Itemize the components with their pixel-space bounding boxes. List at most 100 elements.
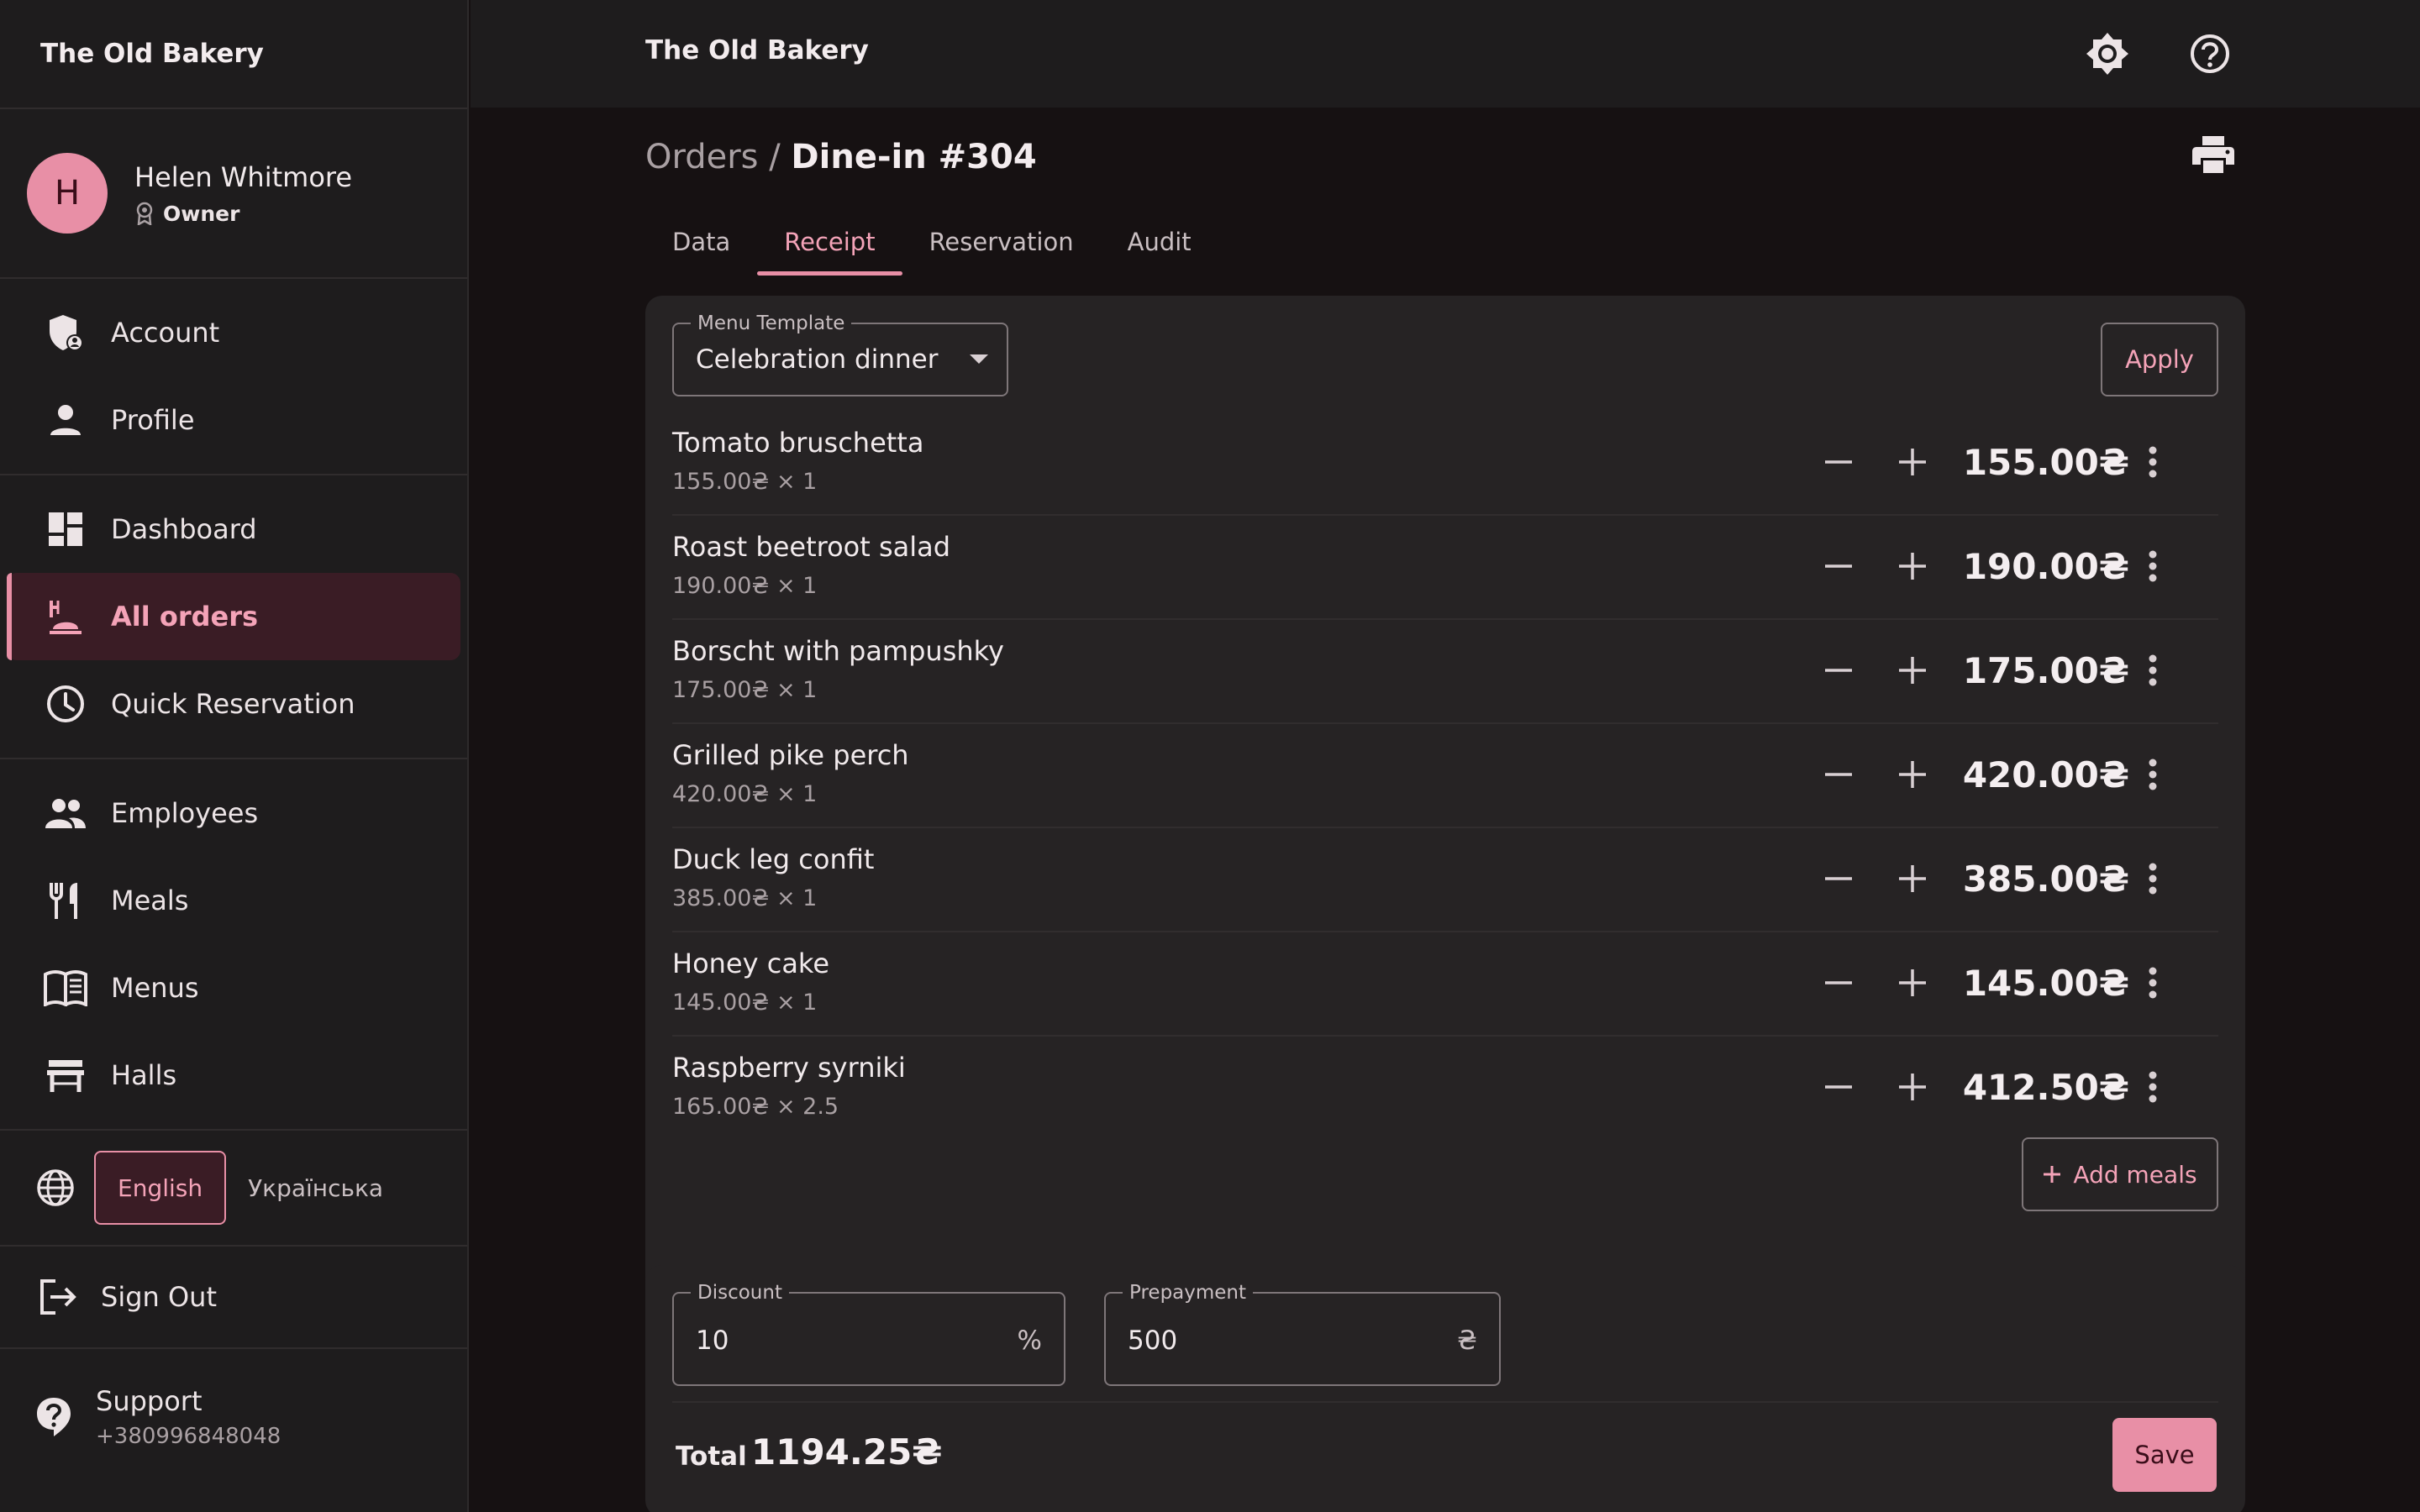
item-unit-price-quantity: 385.00₴ × 1 xyxy=(672,885,818,911)
sign-out-label: Sign Out xyxy=(101,1281,217,1313)
language-ukrainian-button[interactable]: Українська xyxy=(226,1151,405,1225)
item-more-options-button[interactable] xyxy=(2128,958,2178,1008)
support-info: Support +380996848048 xyxy=(96,1385,281,1449)
plus-icon xyxy=(1897,968,1928,998)
increase-quantity-button[interactable] xyxy=(1887,853,1938,904)
increase-quantity-button[interactable] xyxy=(1887,1062,1938,1112)
language-english-button[interactable]: English xyxy=(94,1151,227,1225)
dashboard-icon xyxy=(44,507,87,551)
tab-data[interactable]: Data xyxy=(645,208,757,276)
sidebar-item-dashboard[interactable]: Dashboard xyxy=(7,486,460,573)
item-more-options-button[interactable] xyxy=(2128,1062,2178,1112)
item-total-price: 412.50₴ xyxy=(1962,1067,2129,1108)
sidebar-item-label: Halls xyxy=(111,1059,177,1091)
item-more-options-button[interactable] xyxy=(2128,645,2178,696)
item-more-options-button[interactable] xyxy=(2128,541,2178,591)
breadcrumb: Orders / Dine-in #304 xyxy=(645,138,1037,176)
increase-quantity-button[interactable] xyxy=(1887,958,1938,1008)
top-bar: The Old Bakery xyxy=(471,0,2420,108)
sidebar-item-profile[interactable]: Profile xyxy=(7,376,460,464)
theme-toggle-button[interactable] xyxy=(2082,29,2133,79)
item-more-options-button[interactable] xyxy=(2128,749,2178,800)
discount-value: 10 xyxy=(696,1326,729,1356)
item-name: Borscht with pampushky xyxy=(672,635,1004,667)
sidebar: The Old Bakery H Helen Whitmore Owner Ac… xyxy=(0,0,469,1512)
prepayment-field[interactable]: Prepayment 500 ₴ xyxy=(1104,1282,1501,1386)
total-label: Total xyxy=(676,1441,747,1472)
item-name: Grilled pike perch xyxy=(672,739,909,771)
receipt-item-row: Grilled pike perch 420.00₴ × 1 420.00₴ xyxy=(672,724,2218,828)
plus-icon xyxy=(1897,864,1928,894)
decrease-quantity-button[interactable] xyxy=(1813,1062,1864,1112)
sidebar-item-label: Meals xyxy=(111,885,189,916)
sidebar-item-account[interactable]: Account xyxy=(7,289,460,376)
sign-out-button[interactable]: Sign Out xyxy=(0,1247,467,1347)
sidebar-item-meals[interactable]: Meals xyxy=(7,857,460,944)
decrease-quantity-button[interactable] xyxy=(1813,541,1864,591)
nav-group-management: Employees Meals Menus Halls xyxy=(0,759,467,1129)
minus-icon xyxy=(1823,447,1854,477)
print-button[interactable] xyxy=(2191,134,2235,175)
decrease-quantity-button[interactable] xyxy=(1813,958,1864,1008)
prepayment-suffix: ₴ xyxy=(1457,1326,1477,1356)
item-more-options-button[interactable] xyxy=(2128,853,2178,904)
discount-field[interactable]: Discount 10 % xyxy=(672,1282,1065,1386)
item-more-options-button[interactable] xyxy=(2128,437,2178,487)
support-phone: +380996848048 xyxy=(96,1424,281,1449)
decrease-quantity-button[interactable] xyxy=(1813,749,1864,800)
user-name: Helen Whitmore xyxy=(134,160,353,193)
decrease-quantity-button[interactable] xyxy=(1813,853,1864,904)
user-role: Owner xyxy=(134,202,352,226)
decrease-quantity-button[interactable] xyxy=(1813,437,1864,487)
minus-icon xyxy=(1823,968,1854,998)
discount-label: Discount xyxy=(691,1282,789,1304)
receipt-item-row: Roast beetroot salad 190.00₴ × 1 190.00₴ xyxy=(672,516,2218,620)
sidebar-item-menus[interactable]: Menus xyxy=(7,944,460,1032)
help-button[interactable] xyxy=(2185,29,2235,79)
item-unit-price-quantity: 145.00₴ × 1 xyxy=(672,990,818,1016)
sidebar-item-all-orders[interactable]: All orders xyxy=(7,573,460,660)
plus-icon xyxy=(1897,655,1928,685)
tab-reservation[interactable]: Reservation xyxy=(902,208,1101,276)
minus-icon xyxy=(1823,759,1854,790)
minus-icon xyxy=(1823,1072,1854,1102)
item-unit-price-quantity: 420.00₴ × 1 xyxy=(672,781,818,807)
printer-icon xyxy=(2191,134,2235,175)
increase-quantity-button[interactable] xyxy=(1887,541,1938,591)
prepayment-label: Prepayment xyxy=(1123,1282,1254,1304)
support-contact[interactable]: Support +380996848048 xyxy=(0,1349,467,1485)
plus-icon xyxy=(2043,1165,2073,1184)
save-button[interactable]: Save xyxy=(2112,1418,2217,1492)
sidebar-item-quick-reservation[interactable]: Quick Reservation xyxy=(7,660,460,748)
tab-audit[interactable]: Audit xyxy=(1101,208,1218,276)
apply-button[interactable]: Apply xyxy=(2101,323,2218,396)
receipt-item-row: Raspberry syrniki 165.00₴ × 2.5 412.50₴ xyxy=(672,1037,2218,1141)
increase-quantity-button[interactable] xyxy=(1887,437,1938,487)
increase-quantity-button[interactable] xyxy=(1887,749,1938,800)
menu-template-select[interactable]: Menu Template Celebration dinner xyxy=(672,312,1008,396)
tab-bar: Data Receipt Reservation Audit xyxy=(645,208,1218,276)
sidebar-app-title: The Old Bakery xyxy=(40,39,264,69)
badge-icon xyxy=(134,202,163,225)
discount-suffix: % xyxy=(1017,1326,1042,1356)
support-question-icon xyxy=(35,1396,72,1438)
item-total-price: 175.00₴ xyxy=(1962,650,2129,691)
user-role-label: Owner xyxy=(163,201,240,226)
plus-icon xyxy=(1897,551,1928,581)
tab-receipt[interactable]: Receipt xyxy=(757,208,902,276)
book-icon xyxy=(44,966,87,1010)
logout-icon xyxy=(37,1278,77,1316)
increase-quantity-button[interactable] xyxy=(1887,645,1938,696)
plus-icon xyxy=(1897,447,1928,477)
sidebar-item-halls[interactable]: Halls xyxy=(7,1032,460,1119)
avatar[interactable]: H xyxy=(27,153,108,234)
item-total-price: 190.00₴ xyxy=(1962,546,2129,587)
orders-icon xyxy=(44,595,87,638)
breadcrumb-parent[interactable]: Orders xyxy=(645,138,759,176)
item-name: Duck leg confit xyxy=(672,843,875,875)
people-icon xyxy=(44,791,87,835)
total-value: 1194.25₴ xyxy=(751,1431,943,1473)
add-meals-button[interactable]: Add meals xyxy=(2022,1137,2218,1211)
sidebar-item-employees[interactable]: Employees xyxy=(7,769,460,857)
decrease-quantity-button[interactable] xyxy=(1813,645,1864,696)
